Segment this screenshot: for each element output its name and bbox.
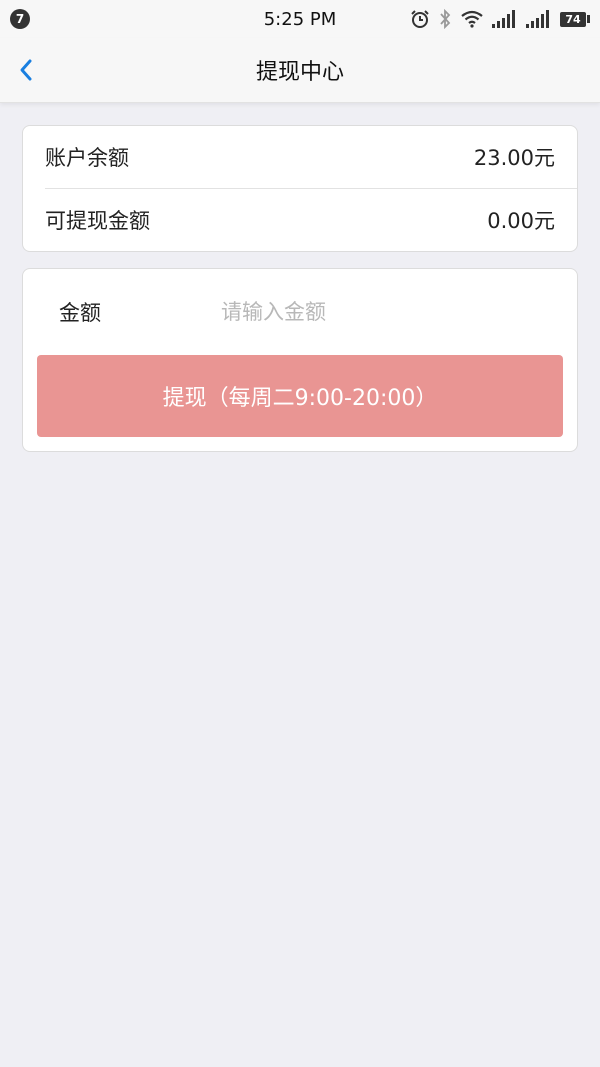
- account-balance-label: 账户余额: [45, 146, 129, 170]
- battery-icon: 74: [560, 11, 590, 27]
- battery-level: 74: [560, 11, 586, 27]
- account-balance-value: 23.00元: [473, 146, 555, 170]
- account-balance-row: 账户余额 23.00元: [23, 126, 577, 188]
- amount-label: 金额: [59, 301, 101, 325]
- page-title: 提现中心: [255, 60, 344, 85]
- status-icons: 74: [410, 9, 590, 29]
- withdrawable-amount-value: 0.00元: [487, 209, 555, 233]
- withdraw-button[interactable]: 提现（每周二9:00-20:00）: [37, 355, 563, 437]
- wifi-icon: [460, 10, 484, 28]
- alarm-icon: [410, 9, 430, 29]
- amount-row: 金额: [23, 269, 577, 355]
- back-button[interactable]: [14, 58, 38, 82]
- signal-icon: [526, 10, 552, 28]
- amount-input[interactable]: [221, 300, 541, 324]
- chevron-left-icon: [20, 59, 32, 81]
- withdrawable-amount-label: 可提现金额: [45, 209, 150, 233]
- status-time: 5:25 PM: [263, 8, 337, 30]
- bluetooth-icon: [438, 9, 452, 29]
- signal-icon: [492, 10, 518, 28]
- balance-card: 账户余额 23.00元 可提现金额 0.00元: [22, 125, 578, 252]
- nav-bar: 提现中心: [0, 38, 600, 103]
- status-bar: 7 5:25 PM 74: [0, 0, 600, 38]
- notification-badge: 7: [10, 9, 30, 29]
- withdrawable-amount-row: 可提现金额 0.00元: [23, 189, 577, 251]
- withdraw-card: 金额 提现（每周二9:00-20:00）: [22, 268, 578, 452]
